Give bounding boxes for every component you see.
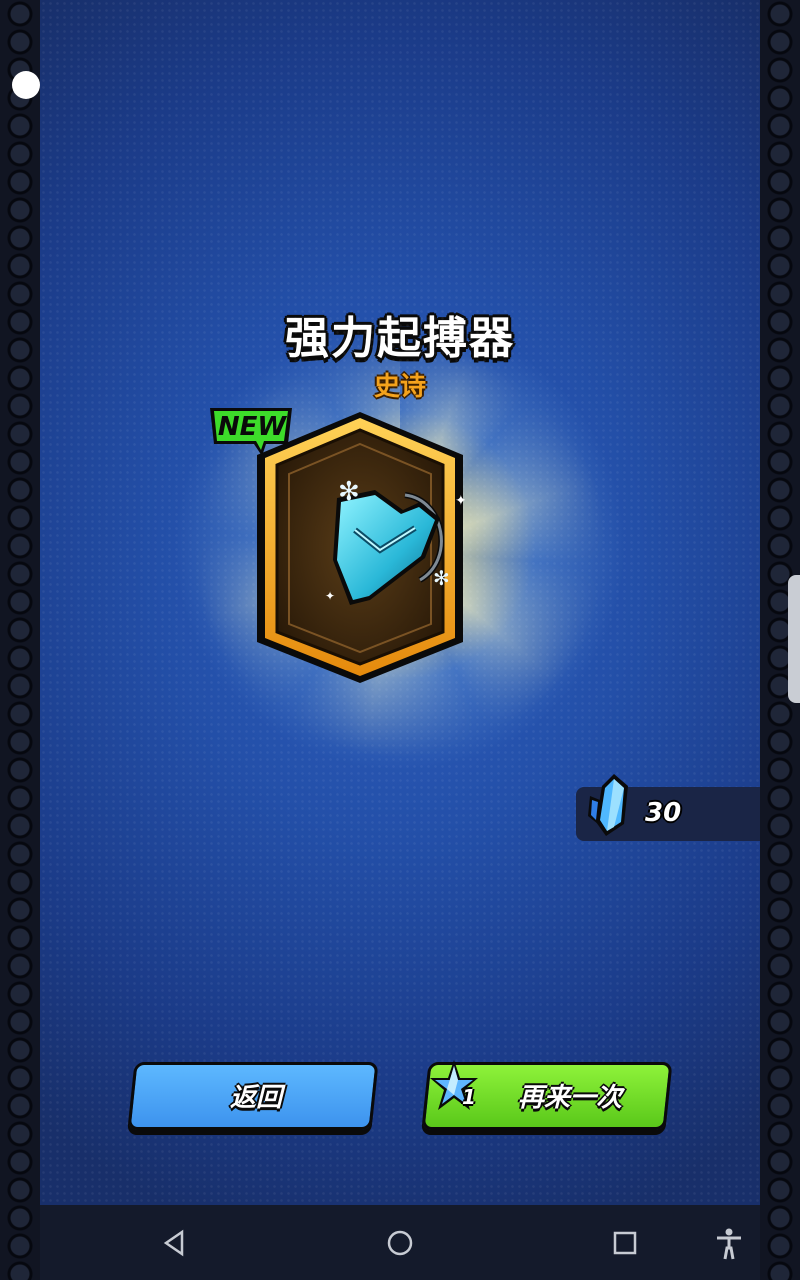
new-badge-label: NEW xyxy=(217,412,287,442)
floating-dot[interactable] xyxy=(12,71,40,99)
svg-text:✻: ✻ xyxy=(338,477,360,507)
item-name: 强力起搏器 xyxy=(285,313,515,364)
currency-amount: 30 xyxy=(645,798,682,828)
edge-panel-handle[interactable] xyxy=(788,575,800,703)
svg-text:✦: ✦ xyxy=(455,493,465,509)
svg-text:✦: ✦ xyxy=(325,589,335,603)
blue-crystal-icon xyxy=(588,774,628,836)
home-nav-icon[interactable] xyxy=(386,1228,414,1258)
svg-text:✻: ✻ xyxy=(433,566,450,590)
draw-again-label: 再来一次 xyxy=(517,1083,622,1113)
recents-nav-icon[interactable] xyxy=(611,1228,639,1258)
left-border xyxy=(0,0,40,1280)
back-button-label: 返回 xyxy=(229,1083,282,1113)
item-rarity: 史诗 xyxy=(373,372,426,402)
back-nav-icon[interactable] xyxy=(160,1228,188,1258)
accessibility-icon[interactable] xyxy=(714,1228,744,1260)
draw-again-cost: 1 xyxy=(462,1085,476,1109)
